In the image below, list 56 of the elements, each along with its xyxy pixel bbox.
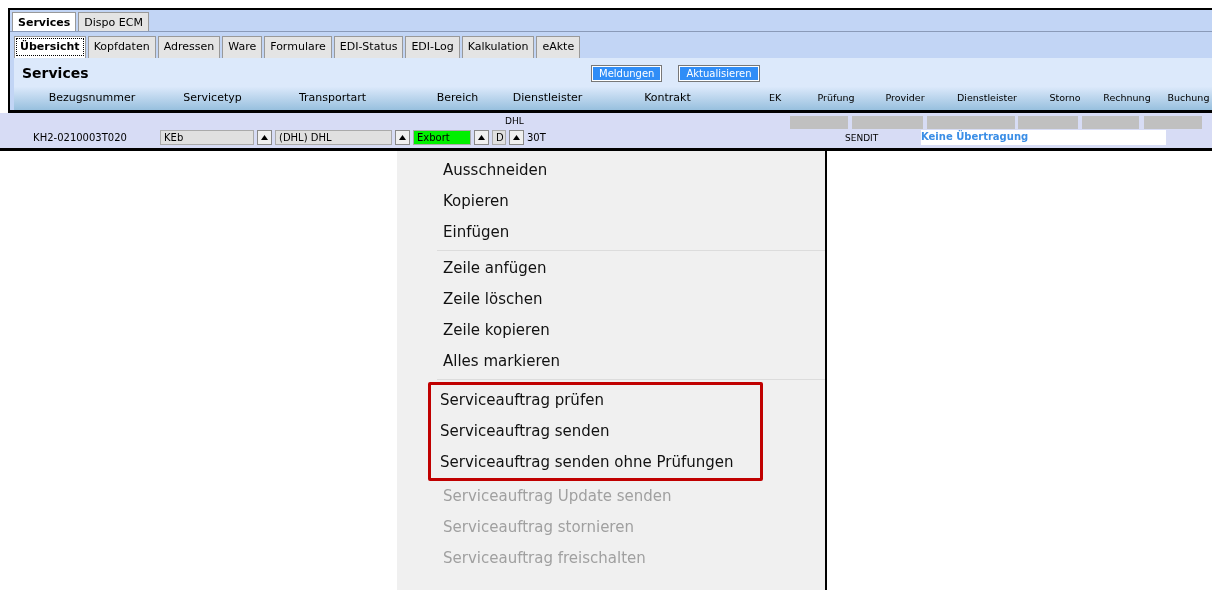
dropdown-button[interactable] xyxy=(509,130,524,145)
menu-item[interactable]: Serviceauftrag senden xyxy=(434,416,760,447)
menu-item[interactable]: Ausschneiden xyxy=(437,155,825,186)
column-header: Bezugsnummer xyxy=(47,90,137,106)
empty-cell xyxy=(1018,116,1078,129)
menu-item[interactable]: Serviceauftrag prüfen xyxy=(434,385,760,416)
caret-icon xyxy=(513,135,520,140)
provider-code: SENDIT xyxy=(845,131,880,145)
empty-cell xyxy=(790,116,848,129)
menu-item[interactable]: Alles markieren xyxy=(437,346,825,377)
column-header: Provider xyxy=(884,91,926,105)
column-header: Buchung xyxy=(1166,91,1211,105)
caret-icon xyxy=(478,135,485,140)
column-header: Dienstleister xyxy=(955,91,1018,105)
caret-icon xyxy=(399,135,406,140)
menu-item[interactable]: Serviceauftrag senden ohne Prüfungen xyxy=(434,447,760,478)
caret-icon xyxy=(261,135,268,140)
dropdown-button[interactable] xyxy=(474,130,489,145)
tab[interactable]: Ware xyxy=(222,36,263,58)
panel-title: Services xyxy=(22,63,90,83)
tab[interactable]: Formulare xyxy=(264,36,332,58)
reference-text: KH2-0210003T020 xyxy=(32,131,128,145)
tab[interactable]: Kalkulation xyxy=(461,36,535,58)
column-header: Kontrakt xyxy=(643,90,692,106)
tab[interactable]: EDI-Log xyxy=(405,36,460,58)
tab[interactable]: Übersicht xyxy=(14,36,86,58)
column-header: Bereich xyxy=(435,90,480,106)
menu-item[interactable]: Kopieren xyxy=(437,186,825,217)
menu-item[interactable]: Zeile anfügen xyxy=(437,253,825,284)
dropdown-button[interactable] xyxy=(395,130,410,145)
transport-field[interactable]: (DHL) DHL xyxy=(275,130,392,145)
contract-text: 30T xyxy=(527,131,547,145)
provider-label: DHL xyxy=(505,115,524,128)
tab[interactable]: Kopfdaten xyxy=(87,36,156,58)
column-header: Transportart xyxy=(297,90,368,106)
column-header: EK xyxy=(767,91,783,105)
tab[interactable]: EDI-Status xyxy=(333,36,404,58)
provider-field[interactable]: D xyxy=(492,130,506,145)
column-header: Rechnung xyxy=(1102,91,1152,105)
tab[interactable]: Dispo ECM xyxy=(78,12,149,31)
tab[interactable]: Adressen xyxy=(157,36,221,58)
menu-item[interactable]: Zeile kopieren xyxy=(437,315,825,346)
empty-cell xyxy=(1082,116,1139,129)
menu-item[interactable]: Zeile löschen xyxy=(437,284,825,315)
service-type-field[interactable]: KEb xyxy=(160,130,254,145)
column-header: Storno xyxy=(1048,91,1082,105)
tab[interactable]: Services xyxy=(12,12,77,31)
area-field[interactable]: Exbort xyxy=(413,130,471,145)
menu-item[interactable]: Einfügen xyxy=(437,217,825,248)
column-header: Servicetyp xyxy=(182,90,243,106)
tab[interactable]: eAkte xyxy=(536,36,581,58)
empty-cell xyxy=(852,116,923,129)
column-header: Prüfung xyxy=(816,91,856,105)
empty-cell xyxy=(1144,116,1202,129)
column-header: Dienstleister xyxy=(511,90,584,106)
dropdown-button[interactable] xyxy=(257,130,272,145)
